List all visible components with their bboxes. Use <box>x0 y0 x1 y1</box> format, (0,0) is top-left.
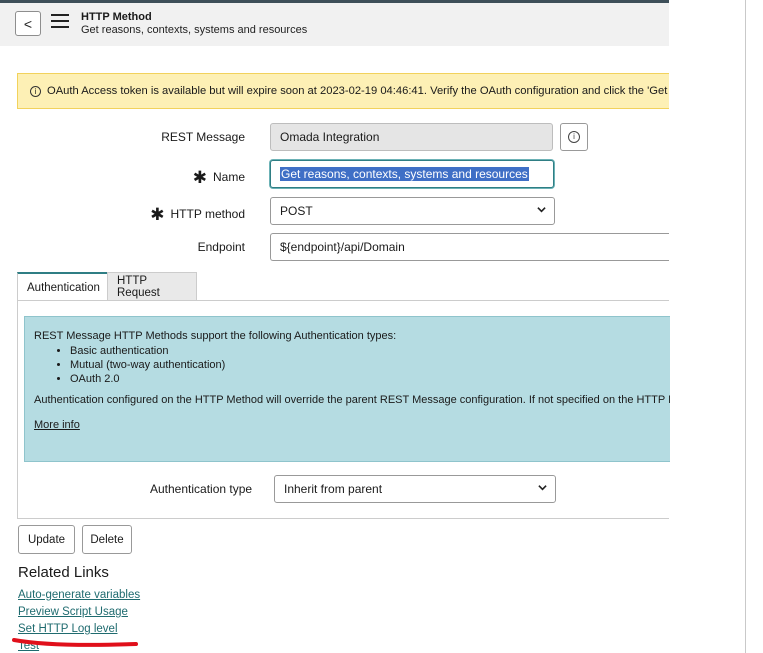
update-button[interactable]: Update <box>18 525 75 554</box>
info-circle-icon: i <box>30 85 41 97</box>
name-input[interactable]: Get reasons, contexts, systems and resou… <box>270 160 554 188</box>
chevron-down-icon <box>538 485 547 491</box>
red-underline-annotation <box>12 638 138 647</box>
tab-http-request[interactable]: HTTP Request <box>107 272 197 301</box>
endpoint-label: Endpoint <box>197 240 245 254</box>
name-input-value: Get reasons, contexts, systems and resou… <box>280 167 529 181</box>
related-links-title: Related Links <box>18 564 109 581</box>
auth-type-list: Basic authentication Mutual (two-way aut… <box>34 344 661 386</box>
endpoint-input[interactable]: ${endpoint}/api/Domain <box>270 233 669 261</box>
required-marker: ✱ <box>192 168 207 187</box>
list-item: OAuth 2.0 <box>70 372 661 386</box>
rest-message-info-button[interactable]: i <box>560 123 588 151</box>
http-method-value: POST <box>280 204 313 218</box>
preview-script-usage-link[interactable]: Preview Script Usage <box>18 606 128 618</box>
http-method-label: ✱ HTTP method <box>150 203 245 224</box>
auth-info-notice: REST Message HTTP Methods support the fo… <box>24 316 670 462</box>
oauth-expiry-banner: i OAuth Access token is available but wi… <box>17 73 669 109</box>
frame-divider <box>745 0 746 653</box>
page-subtitle: Get reasons, contexts, systems and resou… <box>81 24 308 36</box>
auto-generate-variables-link[interactable]: Auto-generate variables <box>18 589 140 601</box>
required-marker: ✱ <box>150 205 165 224</box>
delete-button[interactable]: Delete <box>82 525 132 554</box>
page-title: HTTP Method <box>81 11 152 23</box>
notice-override-text: Authentication configured on the HTTP Me… <box>34 394 670 406</box>
list-item: Mutual (two-way authentication) <box>70 358 661 372</box>
rest-message-label: REST Message <box>161 130 245 144</box>
http-method-label-text: HTTP method <box>170 207 245 221</box>
chevron-down-icon <box>537 207 546 213</box>
page: < HTTP Method Get reasons, contexts, sys… <box>0 0 763 653</box>
rest-message-value: Omada Integration <box>280 130 380 144</box>
more-info-link[interactable]: More info <box>34 418 661 433</box>
hamburger-menu-icon[interactable] <box>51 14 69 28</box>
authentication-type-label: Authentication type <box>150 482 253 496</box>
rest-message-field: Omada Integration <box>270 123 553 151</box>
authentication-type-select[interactable]: Inherit from parent <box>274 475 556 503</box>
authentication-type-value: Inherit from parent <box>284 482 383 496</box>
notice-intro: REST Message HTTP Methods support the fo… <box>34 330 397 342</box>
http-method-select[interactable]: POST <box>270 197 555 225</box>
banner-text: OAuth Access token is available but will… <box>47 85 669 97</box>
list-item: Basic authentication <box>70 344 661 358</box>
chevron-left-icon: < <box>23 15 33 32</box>
set-http-log-level-link[interactable]: Set HTTP Log level <box>18 623 118 635</box>
name-label-text: Name <box>212 170 245 184</box>
tab-authentication[interactable]: Authentication <box>17 272 108 301</box>
name-label: ✱ Name <box>150 166 245 187</box>
info-icon: i <box>568 131 580 143</box>
back-button[interactable]: < <box>15 11 41 36</box>
endpoint-value: ${endpoint}/api/Domain <box>280 240 405 254</box>
form-header: < HTTP Method Get reasons, contexts, sys… <box>0 0 669 46</box>
